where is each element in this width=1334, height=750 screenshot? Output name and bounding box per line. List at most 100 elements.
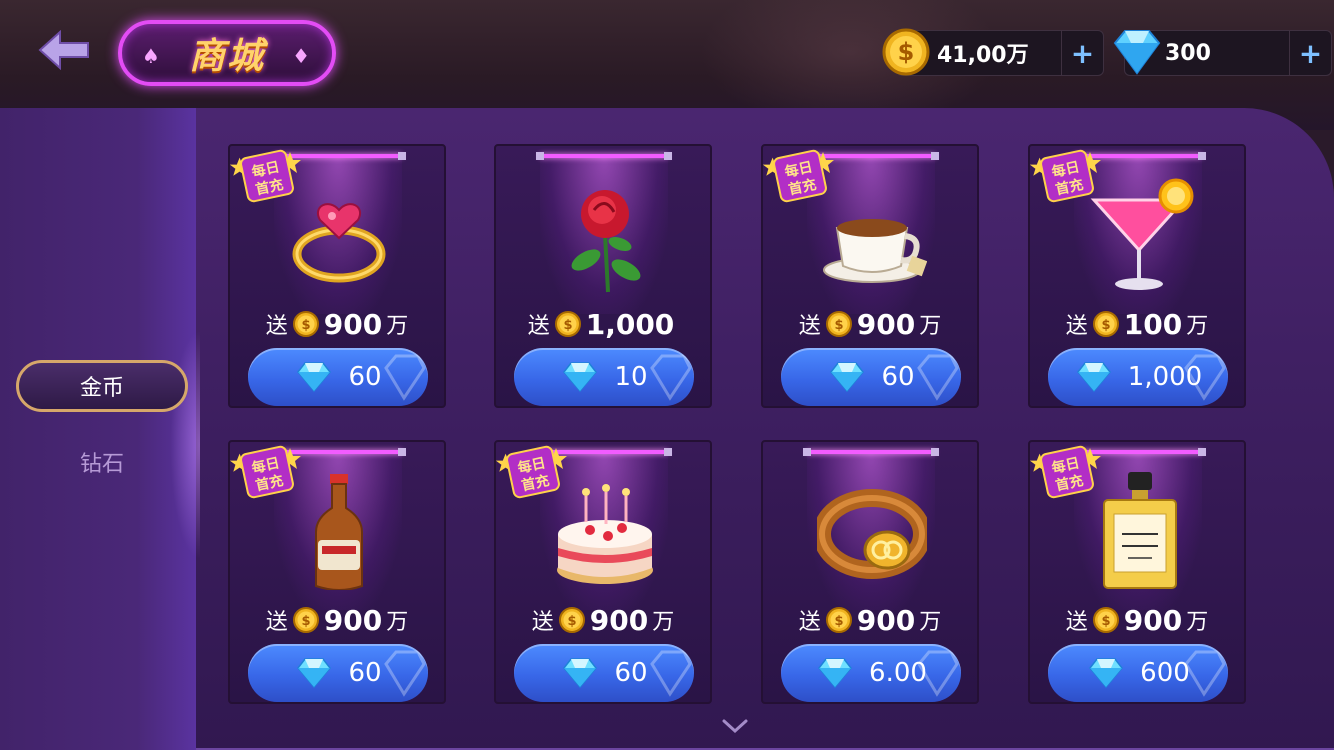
bonus-value: 900 bbox=[1123, 603, 1183, 637]
bonus-prefix: 送 bbox=[265, 314, 288, 339]
bonus-amount: 送 $900 万 bbox=[496, 602, 710, 638]
svg-text:$: $ bbox=[563, 318, 572, 333]
buy-button[interactable]: 60 bbox=[514, 644, 694, 702]
back-button[interactable] bbox=[36, 28, 92, 72]
add-coins-button[interactable]: + bbox=[1061, 31, 1103, 75]
bonus-unit: 万 bbox=[1186, 314, 1209, 339]
daily-first-recharge-badge: 每日首充 bbox=[496, 445, 567, 499]
chevron-down-icon bbox=[722, 719, 748, 734]
diamond-watermark-icon bbox=[384, 354, 426, 401]
add-diamonds-button[interactable]: + bbox=[1289, 31, 1331, 75]
price-label: 60 bbox=[348, 658, 382, 688]
daily-first-recharge-badge: 每日首充 bbox=[230, 445, 301, 499]
shop-item-card[interactable]: 送 $1,000 10 bbox=[494, 144, 712, 408]
gold-coin-icon: $ bbox=[292, 311, 319, 337]
diamond-icon bbox=[297, 362, 332, 393]
bonus-value: 900 bbox=[856, 603, 916, 637]
bonus-amount: 送 $900 万 bbox=[230, 306, 444, 342]
diamond-watermark-icon bbox=[1184, 650, 1226, 697]
diamond-watermark-icon bbox=[917, 354, 959, 401]
shop-item-card[interactable]: 每日 首充送 $900 万 600 bbox=[1028, 440, 1246, 704]
bonus-unit: 万 bbox=[1186, 610, 1209, 635]
daily-first-recharge-badge: 每日首充 bbox=[763, 149, 834, 203]
price-label: 10 bbox=[614, 362, 648, 392]
diamond-icon bbox=[563, 658, 598, 689]
spotlight-lamp bbox=[803, 448, 939, 456]
shop-item-card[interactable]: 每日 首充送 $900 万 60 bbox=[228, 440, 446, 704]
bonus-amount: 送 $1,000 bbox=[496, 306, 710, 342]
bonus-prefix: 送 bbox=[265, 610, 288, 635]
svg-text:$: $ bbox=[567, 614, 576, 629]
bonus-value: 900 bbox=[323, 307, 383, 341]
bonus-prefix: 送 bbox=[798, 610, 821, 635]
diamond-icon bbox=[1089, 658, 1124, 689]
bonus-unit: 万 bbox=[919, 314, 942, 339]
bonus-amount: 送 $900 万 bbox=[230, 602, 444, 638]
bonus-unit: 万 bbox=[386, 610, 409, 635]
buy-button[interactable]: 60 bbox=[248, 644, 428, 702]
tab-coins[interactable]: 金币 bbox=[16, 360, 188, 412]
bonus-unit: 万 bbox=[386, 314, 409, 339]
buy-button[interactable]: 1,000 bbox=[1048, 348, 1228, 406]
price-label: 60 bbox=[614, 658, 648, 688]
bonus-value: 900 bbox=[589, 603, 649, 637]
bonus-prefix: 送 bbox=[798, 314, 821, 339]
shop-item-card[interactable]: 每日 首充送 $100 万 1,000 bbox=[1028, 144, 1246, 408]
page-title-badge: ♠ 商城 ♦ bbox=[118, 20, 336, 86]
diamond-watermark-icon bbox=[650, 354, 692, 401]
diamond-icon bbox=[297, 658, 332, 689]
price-label: 60 bbox=[881, 362, 915, 392]
buy-button[interactable]: 60 bbox=[248, 348, 428, 406]
gold-coin-icon: $ bbox=[292, 607, 319, 633]
diamond-watermark-icon bbox=[650, 650, 692, 697]
buy-button[interactable]: 6.00 bbox=[781, 644, 961, 702]
category-sidebar bbox=[0, 108, 196, 750]
gold-coin-icon: $ bbox=[1092, 607, 1119, 633]
rose-icon bbox=[571, 190, 641, 293]
shop-item-card[interactable]: 送 $900 万 6.00 bbox=[761, 440, 979, 704]
daily-first-recharge-badge: 每日首充 bbox=[230, 149, 301, 203]
bonus-value: 1,000 bbox=[585, 307, 675, 341]
bonus-amount: 送 $900 万 bbox=[1030, 602, 1244, 638]
bonus-prefix: 送 bbox=[1065, 314, 1088, 339]
svg-text:$: $ bbox=[301, 318, 310, 333]
spade-icon: ♠ bbox=[142, 44, 160, 68]
svg-text:$: $ bbox=[301, 614, 310, 629]
diamond-watermark-icon bbox=[1184, 354, 1226, 401]
diamond-icon bbox=[1076, 362, 1111, 393]
belt-icon bbox=[817, 489, 927, 579]
buy-button[interactable]: 600 bbox=[1048, 644, 1228, 702]
bonus-prefix: 送 bbox=[527, 314, 550, 339]
diamond-icon bbox=[1113, 30, 1161, 75]
svg-text:$: $ bbox=[834, 614, 843, 629]
diamond-icon bbox=[818, 658, 853, 689]
bonus-value: 900 bbox=[323, 603, 383, 637]
bonus-amount: 送 $100 万 bbox=[1030, 306, 1244, 342]
svg-text:$: $ bbox=[1101, 318, 1110, 333]
shop-item-card[interactable]: 每日 首充送 $900 万 60 bbox=[494, 440, 712, 704]
scroll-down-indicator[interactable] bbox=[720, 716, 750, 736]
gold-coin-icon: $ bbox=[1092, 311, 1119, 337]
daily-first-recharge-badge: 每日首充 bbox=[1030, 149, 1101, 203]
back-arrow-icon bbox=[38, 30, 89, 70]
buy-button[interactable]: 60 bbox=[781, 348, 961, 406]
shop-item-card[interactable]: 每日 首充送 $900 万 60 bbox=[761, 144, 979, 408]
bonus-amount: 送 $900 万 bbox=[763, 306, 977, 342]
buy-button[interactable]: 10 bbox=[514, 348, 694, 406]
gold-coin-icon: $ bbox=[825, 607, 852, 633]
page-title: 商城 bbox=[188, 35, 265, 77]
shop-item-card[interactable]: 每日 首充送 $900 万 60 bbox=[228, 144, 446, 408]
bonus-amount: 送 $900 万 bbox=[763, 602, 977, 638]
gold-coin-icon: $ bbox=[825, 311, 852, 337]
coin-balance: $ 41,00万 + bbox=[882, 28, 1104, 76]
diamond-suit-icon: ♦ bbox=[292, 44, 310, 68]
daily-first-recharge-badge: 每日首充 bbox=[1030, 445, 1101, 499]
gold-coin-icon: $ bbox=[558, 607, 585, 633]
diamond-watermark-icon bbox=[917, 650, 959, 697]
svg-text:$: $ bbox=[834, 318, 843, 333]
gold-coin-icon: $ bbox=[554, 311, 581, 337]
diamond-icon bbox=[563, 362, 598, 393]
bonus-prefix: 送 bbox=[1065, 610, 1088, 635]
tab-diamonds[interactable]: 钻石 bbox=[16, 436, 188, 488]
bonus-unit: 万 bbox=[919, 610, 942, 635]
